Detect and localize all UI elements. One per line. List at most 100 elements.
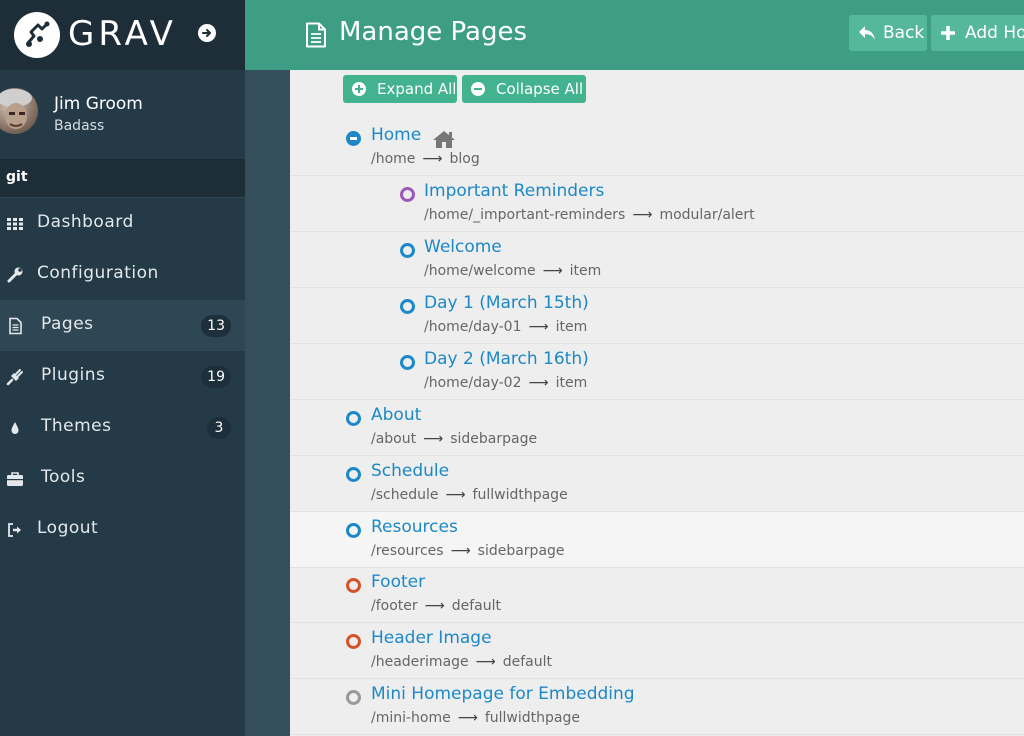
page-row-resources[interactable]: Resources /resources ⟶ sidebarpage [290,512,1024,568]
sidebar-item-plugins[interactable]: Plugins 19 [0,351,245,402]
page-title-link[interactable]: Schedule [371,461,449,481]
expand-all-button[interactable]: Expand All [343,75,457,103]
sidebar-item-label: Tools [41,467,86,487]
file-icon [9,317,22,335]
plus-circle-icon [352,82,366,96]
non-routable-status-icon [346,578,361,593]
arrow-right-icon: ⟶ [445,487,466,503]
arrow-right-icon: ⟶ [528,319,549,335]
published-status-icon [400,355,415,370]
arrow-right-icon: ⟶ [450,543,471,559]
plus-icon [941,26,955,40]
page-row-day-02[interactable]: Day 2 (March 16th) /home/day-02 ⟶ item [290,344,1024,400]
sidebar-item-label: Pages [41,314,94,334]
page-row-footer[interactable]: Footer /footer ⟶ default [290,567,1024,623]
page-title-link[interactable]: Mini Homepage for Embedding [371,684,635,704]
page-route: /home/day-01 ⟶ item [424,319,588,335]
page-row-headerimage[interactable]: Header Image /headerimage ⟶ default [290,623,1024,679]
brand-name: GRAV [68,14,177,54]
page-title-link[interactable]: Footer [371,572,425,592]
published-status-icon [400,243,415,258]
page-route: /footer ⟶ default [371,598,501,614]
grid-icon [7,218,23,230]
arrow-right-icon: ⟶ [542,263,563,279]
pages-count-badge: 13 [201,315,231,337]
page-title-link[interactable]: Day 2 (March 16th) [424,349,589,369]
sidebar-item-configuration[interactable]: Configuration [0,249,245,300]
page-row-schedule[interactable]: Schedule /schedule ⟶ fullwidthpage [290,456,1024,512]
user-name[interactable]: Jim Groom [54,94,143,114]
arrow-right-icon: ⟶ [422,151,443,167]
add-page-button-label: Add Hom [965,23,1024,43]
sidebar-item-tools[interactable]: Tools [0,453,245,504]
wrench-icon [7,267,23,283]
page-row-day-01[interactable]: Day 1 (March 15th) /home/day-01 ⟶ item [290,288,1024,344]
published-status-icon [400,299,415,314]
page-route: /resources ⟶ sidebarpage [371,543,565,559]
arrow-right-icon: ⟶ [424,598,445,614]
page-header: Manage Pages Back Add Hom [245,0,1024,70]
sidebar: GRAV Jim Groom Badass git Dashboard Conf… [0,0,245,736]
back-button-label: Back [883,23,925,43]
sign-out-icon [8,523,21,537]
page-row-mini-home[interactable]: Mini Homepage for Embedding /mini-home ⟶ f… [290,679,1024,735]
page-title-link[interactable]: Welcome [424,237,502,257]
sidebar-item-logout[interactable]: Logout [0,504,245,555]
page-route: /home/day-02 ⟶ item [424,375,588,391]
avatar[interactable] [0,88,38,134]
page-title-link[interactable]: Resources [371,517,458,537]
page-route: /schedule ⟶ fullwidthpage [371,487,568,503]
collapse-all-button[interactable]: Collapse All [462,75,586,103]
themes-count-badge: 3 [207,417,231,439]
non-routable-status-icon [346,634,361,649]
arrow-right-icon: ⟶ [632,207,653,223]
user-role: Badass [54,118,105,134]
pages-list: Expand All Collapse All Home /home ⟶ blog … [290,70,1024,736]
page-row-welcome[interactable]: Welcome /home/welcome ⟶ item [290,232,1024,288]
published-status-icon [346,411,361,426]
page-title-link[interactable]: Home [371,125,421,145]
sidebar-item-themes[interactable]: Themes 3 [0,402,245,453]
sidebar-item-label: Logout [37,518,99,538]
plug-icon [6,369,23,386]
unpublished-status-icon [346,690,361,705]
page-row-important-reminders[interactable]: Important Reminders /home/_important-rem… [290,176,1024,232]
git-sync-row[interactable]: git [0,160,245,198]
sidebar-item-dashboard[interactable]: Dashboard [0,198,245,249]
sidebar-nav: Dashboard Configuration Pages 13 Plugins… [0,198,245,555]
page-title-link[interactable]: Day 1 (March 15th) [424,293,589,313]
arrow-right-icon: ⟶ [475,654,496,670]
page-route: /headerimage ⟶ default [371,654,552,670]
home-icon [433,131,455,148]
sidebar-gutter [245,70,290,736]
page-route: /about ⟶ sidebarpage [371,431,538,447]
page-row-home[interactable]: Home /home ⟶ blog [290,120,1024,176]
collapse-toggle-icon[interactable] [346,131,361,146]
page-route: /home ⟶ blog [371,151,480,167]
user-profile[interactable]: Jim Groom Badass [0,70,245,160]
page-route: /mini-home ⟶ fullwidthpage [371,710,580,726]
file-icon [306,22,326,48]
sidebar-item-pages[interactable]: Pages 13 [0,300,245,351]
page-title-link[interactable]: About [371,405,421,425]
logo-bar: GRAV [0,0,245,70]
arrow-right-icon: ⟶ [457,710,478,726]
briefcase-icon [7,472,23,486]
add-page-button[interactable]: Add Hom [931,15,1024,51]
arrow-right-icon: ⟶ [423,431,444,447]
published-status-icon [346,467,361,482]
back-button[interactable]: Back [849,15,927,51]
page-row-about[interactable]: About /about ⟶ sidebarpage [290,400,1024,456]
sidebar-item-label: Dashboard [37,212,134,232]
minus-circle-icon [471,82,485,96]
page-title-link[interactable]: Important Reminders [424,181,604,201]
page-title-link[interactable]: Header Image [371,628,492,648]
collapse-all-label: Collapse All [496,80,584,98]
sidebar-item-label: Plugins [41,365,106,385]
grav-logo-icon[interactable] [14,12,60,58]
sidebar-item-label: Configuration [37,263,159,283]
sidebar-item-label: Themes [41,416,112,436]
go-to-site-icon[interactable] [198,24,216,42]
page-route: /home/welcome ⟶ item [424,263,602,279]
reply-icon [859,26,875,40]
